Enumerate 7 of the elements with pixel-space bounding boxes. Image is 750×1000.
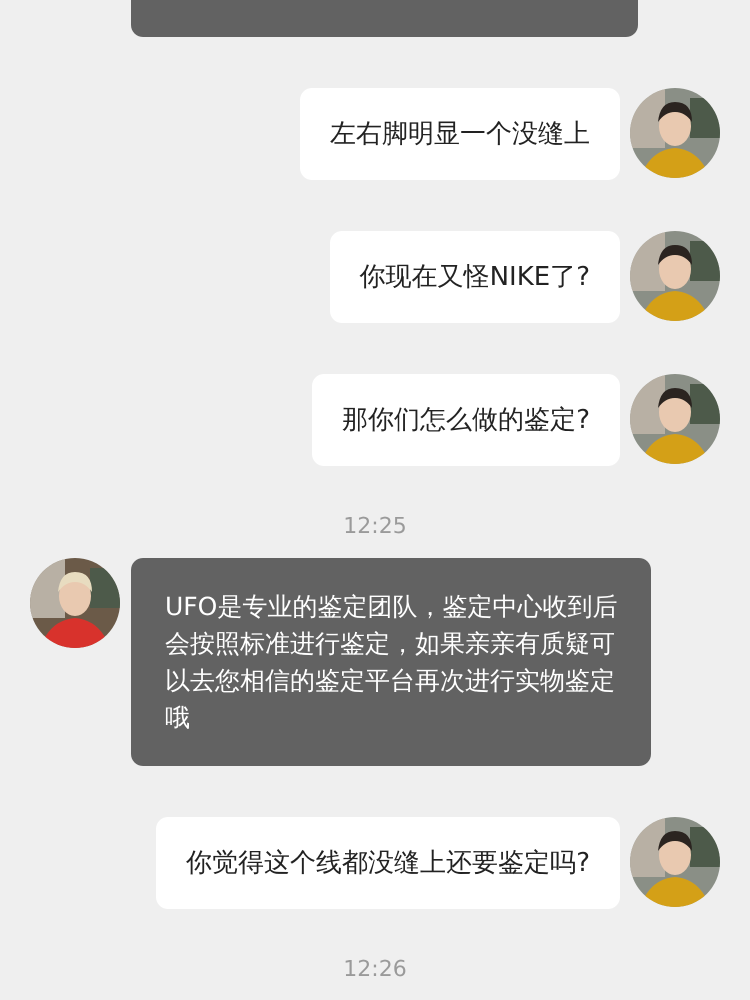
message-bubble: 左右脚明显一个没缝上 (300, 88, 620, 180)
timestamp: 12:25 (343, 513, 407, 541)
message-bubble: 你觉得这个线都没缝上还要鉴定吗? (156, 817, 620, 909)
timestamp: 12:26 (343, 956, 407, 984)
message-bubble: 你现在又怪NIKE了? (330, 231, 620, 323)
message-bubble: 那你们怎么做的鉴定? (312, 374, 620, 466)
message-bubble: UFO是专业的鉴定团队，鉴定中心收到后会按照标准进行鉴定，如果亲亲有质疑可以去您相信的鉴定平台再次进行实物鉴定哦 (131, 558, 651, 766)
